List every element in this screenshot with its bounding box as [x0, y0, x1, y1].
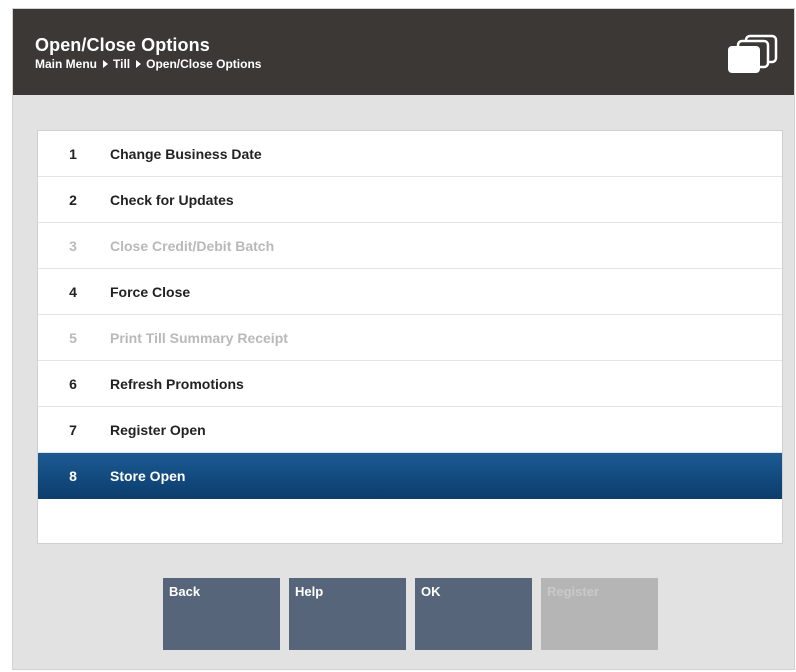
breadcrumb-item-main-menu: Main Menu: [35, 57, 97, 71]
menu-item-number: 5: [69, 329, 77, 346]
breadcrumb-separator-icon: [136, 60, 142, 68]
menu-item-label: Refresh Promotions: [110, 375, 244, 392]
breadcrumb-separator-icon: [103, 60, 108, 68]
menu-item-number: 1: [69, 145, 77, 162]
menu-item-register-open[interactable]: 7 Register Open: [38, 407, 782, 453]
breadcrumb-item-till: Till: [113, 57, 131, 71]
menu-item-force-close[interactable]: 4 Force Close: [38, 269, 782, 315]
menu-item-number: 7: [69, 421, 77, 438]
header-bar: Open/Close Options Main Menu Till Open/C…: [13, 9, 794, 95]
menu-item-refresh-promotions[interactable]: 6 Refresh Promotions: [38, 361, 782, 407]
back-button[interactable]: Back: [163, 578, 280, 650]
ok-button[interactable]: OK: [415, 578, 532, 650]
menu-item-change-business-date[interactable]: 1 Change Business Date: [38, 131, 782, 177]
menu-item-number: 4: [69, 283, 77, 300]
menu-item-close-credit-debit-batch: 3 Close Credit/Debit Batch: [38, 223, 782, 269]
menu-item-number: 2: [69, 191, 77, 208]
app-window: Open/Close Options Main Menu Till Open/C…: [12, 8, 795, 670]
menu-item-label: Check for Updates: [110, 191, 234, 208]
stacked-windows-icon: [728, 34, 778, 73]
options-list: 1 Change Business Date 2 Check for Updat…: [37, 130, 783, 544]
breadcrumb-item-current: Open/Close Options: [146, 57, 262, 71]
help-button[interactable]: Help: [289, 578, 406, 650]
menu-item-label: Change Business Date: [110, 145, 262, 162]
menu-item-number: 6: [69, 375, 77, 392]
menu-item-store-open[interactable]: 8 Store Open: [38, 453, 782, 499]
page-title: Open/Close Options: [35, 35, 210, 55]
menu-item-print-till-summary-receipt: 5 Print Till Summary Receipt: [38, 315, 782, 361]
menu-item-label: Store Open: [110, 467, 186, 484]
action-button-bar: Back Help OK Register: [163, 578, 667, 650]
menu-item-label: Force Close: [110, 283, 191, 300]
menu-item-label: Print Till Summary Receipt: [110, 329, 288, 346]
breadcrumb: Main Menu Till Open/Close Options: [35, 57, 261, 71]
menu-item-label: Close Credit/Debit Batch: [110, 237, 275, 254]
menu-item-label: Register Open: [110, 421, 206, 438]
register-button: Register: [541, 578, 658, 650]
menu-item-number: 8: [69, 467, 77, 484]
menu-item-check-for-updates[interactable]: 2 Check for Updates: [38, 177, 782, 223]
menu-item-number: 3: [69, 237, 77, 254]
